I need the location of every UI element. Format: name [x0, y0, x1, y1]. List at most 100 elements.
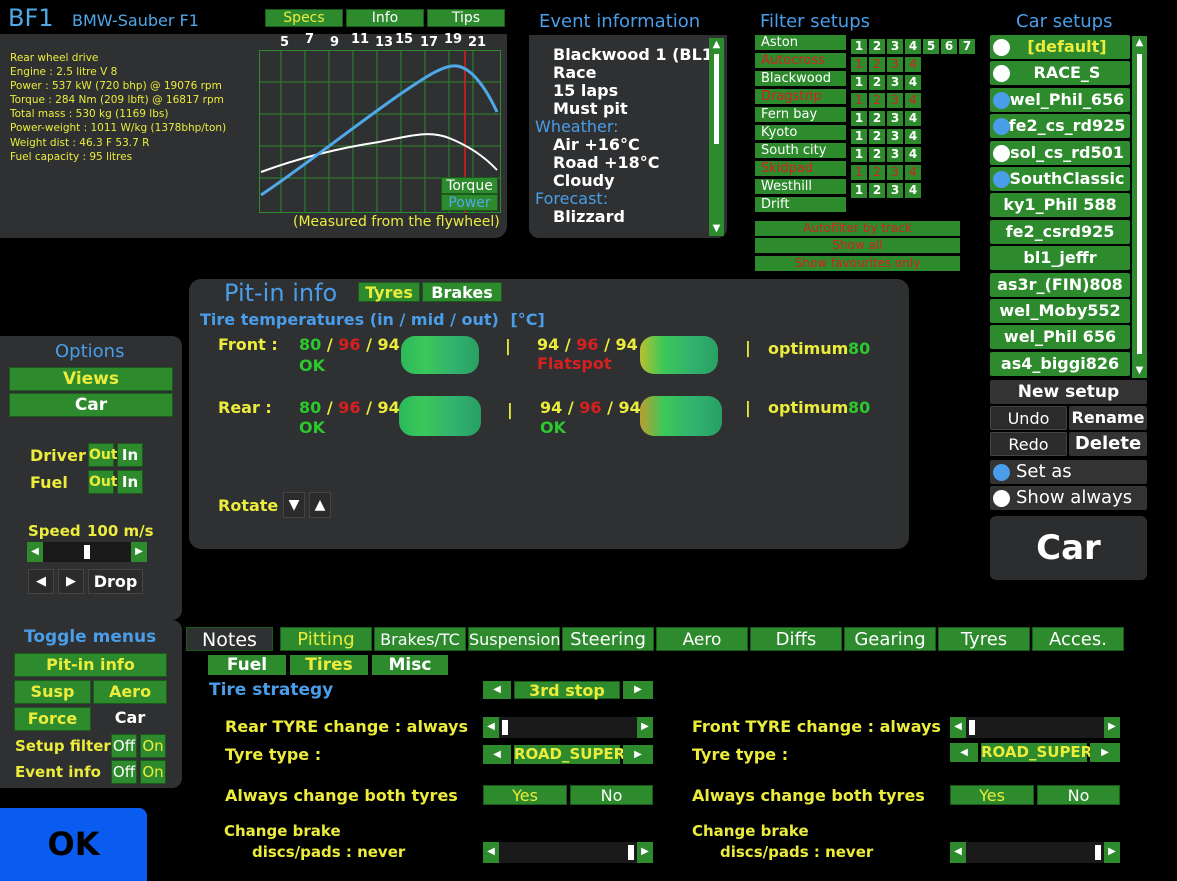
front-brake-slider[interactable]: ◀ ▶ [950, 842, 1120, 863]
filter-config-button[interactable]: 2 [869, 57, 885, 72]
filter-config-button[interactable]: 3 [887, 57, 903, 72]
filter-config-button[interactable]: 3 [887, 129, 903, 144]
force-toggle-button[interactable]: Force [14, 707, 91, 731]
front-type-prev-icon[interactable]: ◀ [950, 743, 978, 762]
filter-config-button[interactable]: 4 [905, 93, 921, 108]
tab-aero[interactable]: Aero [656, 627, 748, 651]
scroll-up-icon[interactable]: ▲ [1132, 36, 1147, 50]
tab-pitting[interactable]: Pitting [280, 627, 372, 651]
car-option-button[interactable]: Car [9, 393, 173, 417]
filter-config-button[interactable]: 4 [905, 147, 921, 162]
event-info-on-button[interactable]: On [140, 760, 166, 784]
scroll-up-icon[interactable]: ▲ [709, 38, 724, 52]
rear-brake-slider[interactable]: ◀ ▶ [483, 842, 653, 863]
filter-config-button[interactable]: 4 [905, 75, 921, 90]
setup-item[interactable]: sol_cs_rd501 [990, 140, 1130, 165]
tab-info[interactable]: Info [346, 9, 424, 27]
filter-config-button[interactable]: 7 [959, 39, 975, 54]
scroll-thumb[interactable] [1137, 54, 1142, 354]
tab-diffs[interactable]: Diffs [750, 627, 842, 651]
subtab-tires[interactable]: Tires [290, 655, 368, 675]
tab-acces[interactable]: Acces. [1032, 627, 1124, 651]
slider-thumb[interactable] [1095, 845, 1101, 860]
slider-left-icon[interactable]: ◀ [950, 717, 966, 738]
filter-config-button[interactable]: 1 [851, 183, 867, 198]
filter-config-button[interactable]: 4 [905, 165, 921, 180]
redo-button[interactable]: Redo [990, 432, 1067, 456]
pitin-toggle-button[interactable]: Pit-in info [14, 653, 167, 677]
slider-left-icon[interactable]: ◀ [950, 842, 966, 863]
filter-config-button[interactable]: 5 [923, 39, 939, 54]
filter-track-button[interactable]: South city [755, 143, 846, 158]
filter-track-button[interactable]: Fern bay [755, 107, 846, 122]
front-type-next-icon[interactable]: ▶ [1090, 743, 1120, 762]
rotate-up-button[interactable]: ▲ [309, 492, 331, 518]
filter-config-button[interactable]: 4 [905, 183, 921, 198]
rear-both-yes-button[interactable]: Yes [483, 785, 567, 805]
subtab-fuel[interactable]: Fuel [208, 655, 286, 675]
aero-toggle-button[interactable]: Aero [93, 680, 167, 704]
slider-left-icon[interactable]: ◀ [483, 842, 499, 863]
show-favourites-button[interactable]: Show favourites only [755, 256, 960, 271]
stop-prev-icon[interactable]: ◀ [483, 681, 511, 699]
scroll-thumb[interactable] [714, 54, 719, 144]
show-all-button[interactable]: Show all [755, 238, 960, 253]
subtab-misc[interactable]: Misc [372, 655, 448, 675]
slider-right-icon[interactable]: ▶ [131, 542, 147, 562]
filter-config-button[interactable]: 1 [851, 111, 867, 126]
setup-item[interactable]: as3r_(FIN)808 [990, 272, 1130, 297]
tab-brakes[interactable]: Brakes [422, 282, 502, 302]
filter-config-button[interactable]: 3 [887, 165, 903, 180]
setup-item[interactable]: as4_biggi826 [990, 351, 1130, 376]
car-toggle-button[interactable]: Car [93, 707, 167, 731]
prev-button[interactable]: ◀ [28, 569, 54, 594]
show-always-button[interactable]: Show always [990, 486, 1147, 510]
slider-left-icon[interactable]: ◀ [483, 717, 499, 738]
views-button[interactable]: Views [9, 367, 173, 391]
tab-gearing[interactable]: Gearing [844, 627, 936, 651]
driver-in-button[interactable]: In [117, 443, 143, 467]
drop-button[interactable]: Drop [88, 569, 143, 594]
scroll-down-icon[interactable]: ▼ [709, 222, 724, 236]
filter-config-button[interactable]: 2 [869, 93, 885, 108]
setup-item[interactable]: wel_Phil_656 [990, 87, 1130, 112]
undo-button[interactable]: Undo [990, 406, 1067, 430]
setup-filter-off-button[interactable]: Off [111, 734, 137, 758]
setup-item[interactable]: ky1_Phil 588 [990, 193, 1130, 218]
filter-config-button[interactable]: 3 [887, 75, 903, 90]
filter-config-button[interactable]: 2 [869, 129, 885, 144]
filter-track-button[interactable]: Skidpad [755, 161, 846, 176]
filter-config-button[interactable]: 6 [941, 39, 957, 54]
filter-config-button[interactable]: 1 [851, 39, 867, 54]
filter-config-button[interactable]: 4 [905, 57, 921, 72]
slider-right-icon[interactable]: ▶ [637, 717, 653, 738]
susp-toggle-button[interactable]: Susp [14, 680, 91, 704]
filter-config-button[interactable]: 1 [851, 147, 867, 162]
fuel-in-button[interactable]: In [117, 470, 143, 494]
tab-brakes-tc[interactable]: Brakes/TC [374, 627, 466, 651]
ok-button[interactable]: OK [0, 808, 147, 881]
front-both-yes-button[interactable]: Yes [950, 785, 1034, 805]
slider-right-icon[interactable]: ▶ [1104, 842, 1120, 863]
setup-item[interactable]: wel_Moby552 [990, 299, 1130, 323]
filter-config-button[interactable]: 3 [887, 183, 903, 198]
setup-item[interactable]: wel_Phil 656 [990, 325, 1130, 350]
event-scrollbar[interactable]: ▲ ▼ [709, 38, 724, 236]
filter-config-button[interactable]: 2 [869, 147, 885, 162]
driver-out-button[interactable]: Out [88, 443, 118, 467]
slider-left-icon[interactable]: ◀ [27, 542, 43, 562]
setup-item[interactable]: fe2_cs_rd925 [990, 114, 1130, 139]
slider-thumb[interactable] [628, 845, 634, 860]
filter-config-button[interactable]: 3 [887, 93, 903, 108]
filter-config-button[interactable]: 3 [887, 111, 903, 126]
filter-track-button[interactable]: Blackwood [755, 71, 846, 86]
slider-right-icon[interactable]: ▶ [1104, 717, 1120, 738]
setup-item[interactable]: bl1_jeffr [990, 246, 1130, 271]
tab-tyres[interactable]: Tyres [938, 627, 1030, 651]
autofilter-button[interactable]: Autofilter by track [755, 221, 960, 236]
setup-item[interactable]: SouthClassic [990, 167, 1130, 191]
tab-suspension[interactable]: Suspension [468, 627, 560, 651]
filter-config-button[interactable]: 4 [905, 39, 921, 54]
filter-track-button[interactable]: Dragstrip [755, 89, 846, 104]
setup-filter-on-button[interactable]: On [140, 734, 166, 758]
